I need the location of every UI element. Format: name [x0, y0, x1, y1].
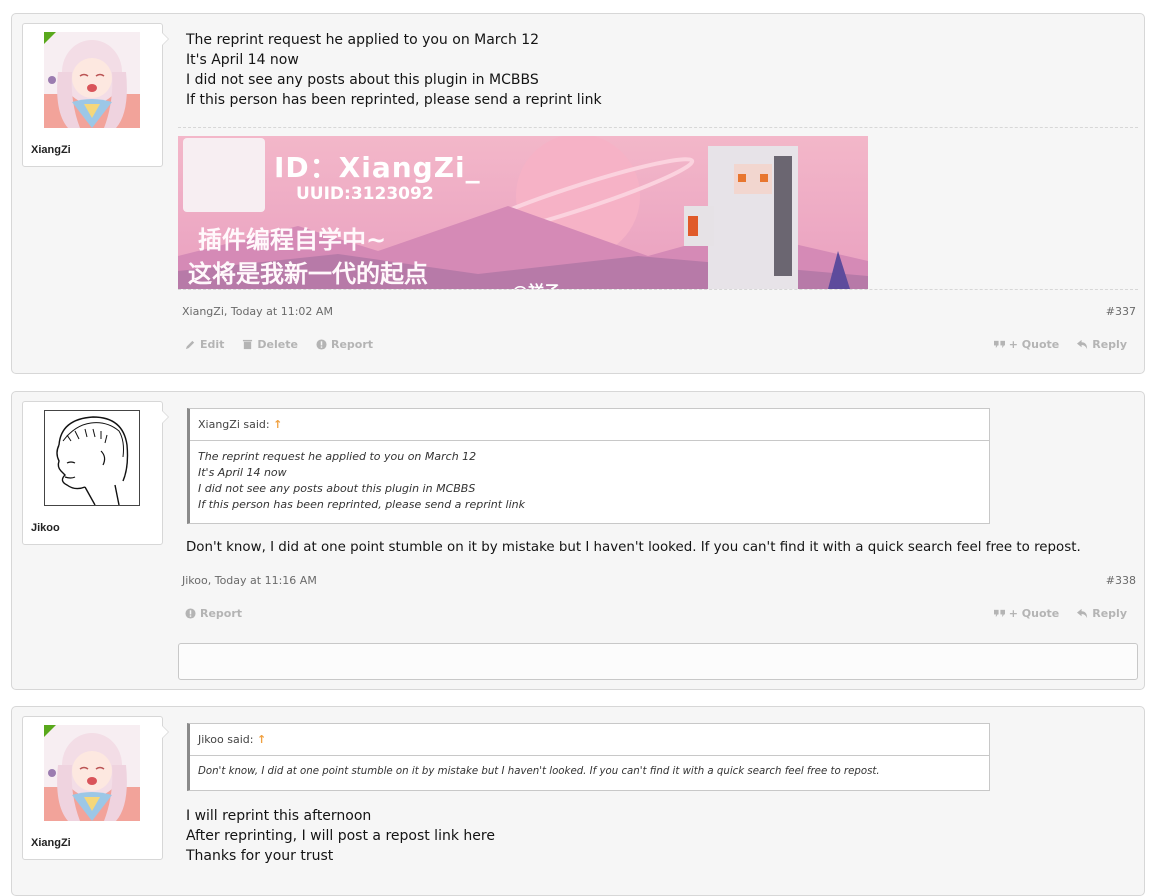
message-line: If this person has been reprinted, pleas…	[186, 92, 602, 108]
quote-author[interactable]: XiangZi said:	[198, 418, 270, 431]
quote-line: The reprint request he applied to you on…	[198, 450, 477, 463]
username[interactable]: XiangZi	[31, 837, 71, 849]
quote-header: Jikoo said: ↑	[190, 724, 989, 756]
message-line: I did not see any posts about this plugi…	[186, 72, 539, 88]
signature-handle: @祥子	[512, 278, 560, 289]
message-line: The reprint request he applied to you on…	[186, 32, 540, 48]
signature-cn-line2: 这将是我新一代的起点	[188, 260, 428, 288]
quote-header: XiangZi said: ↑	[190, 409, 989, 441]
quote-block: XiangZi said: ↑ The reprint request he a…	[187, 408, 990, 524]
quote-author[interactable]: Jikoo said:	[198, 733, 253, 746]
trash-icon	[243, 339, 253, 350]
arrow-up-icon[interactable]: ↑	[273, 418, 282, 431]
signature-id-text: ID：XiangZi_	[274, 151, 481, 184]
edit-button[interactable]: Edit	[185, 338, 224, 351]
report-button[interactable]: Report	[316, 338, 373, 351]
online-badge-icon	[44, 725, 56, 737]
signature-cn-line1: 插件编程自学中~	[198, 226, 387, 254]
quote-line: If this person has been reprinted, pleas…	[198, 498, 526, 511]
message-line: I will reprint this afternoon	[186, 808, 372, 824]
user-info-block: XiangZi	[22, 716, 169, 860]
message-line: After reprinting, I will post a repost l…	[186, 828, 495, 844]
message-line: Thanks for your trust	[186, 848, 334, 864]
arrow-up-icon[interactable]: ↑	[257, 733, 266, 746]
message-body: The reprint request he applied to you on…	[186, 30, 602, 110]
signature-divider	[178, 127, 1138, 128]
reply-input[interactable]	[178, 643, 1138, 680]
message-body: I will reprint this afternoon After repr…	[186, 806, 495, 866]
quote-button[interactable]: + Quote	[993, 607, 1059, 620]
online-badge-icon	[44, 32, 56, 44]
post-actions-right: + Quote Reply	[993, 338, 1127, 351]
post-actions-left: Report	[185, 607, 242, 620]
quote-button[interactable]: + Quote	[993, 338, 1059, 351]
username[interactable]: XiangZi	[31, 144, 71, 156]
quote-icon	[993, 340, 1005, 349]
post-339: XiangZi Jikoo said: ↑ Don't know, I did …	[11, 706, 1145, 896]
user-info-block: XiangZi	[22, 23, 169, 167]
post-actions-left: Edit Delete Report	[185, 338, 373, 351]
reply-button[interactable]: Reply	[1077, 607, 1127, 620]
report-button[interactable]: Report	[185, 607, 242, 620]
warning-icon	[185, 608, 196, 619]
signature-uuid-text: UUID:3123092	[296, 184, 434, 204]
user-info-block: Jikoo	[22, 401, 169, 545]
username[interactable]: Jikoo	[31, 522, 60, 534]
avatar[interactable]	[44, 32, 140, 128]
post-actions-right: + Quote Reply	[993, 607, 1127, 620]
avatar[interactable]	[44, 725, 140, 821]
quote-body: Don't know, I did at one point stumble o…	[190, 756, 989, 788]
reply-icon	[1077, 339, 1088, 350]
quote-line: I did not see any posts about this plugi…	[198, 482, 476, 495]
reply-button[interactable]: Reply	[1077, 338, 1127, 351]
message-line: It's April 14 now	[186, 52, 299, 68]
pencil-icon	[185, 340, 195, 350]
quote-block: Jikoo said: ↑ Don't know, I did at one p…	[187, 723, 990, 791]
quote-body: The reprint request he applied to you on…	[190, 441, 989, 521]
quote-icon	[993, 609, 1005, 618]
message-line: Don't know, I did at one point stumble o…	[186, 540, 1081, 555]
post-337: XiangZi The reprint request he applied t…	[11, 13, 1145, 374]
quote-line: Don't know, I did at one point stumble o…	[198, 766, 880, 777]
reply-icon	[1077, 608, 1088, 619]
signature-banner: ID：XiangZi_ UUID:3123092 插件编程自学中~ 这将是我新一…	[178, 136, 868, 289]
warning-icon	[316, 339, 327, 350]
message-body: Don't know, I did at one point stumble o…	[186, 538, 1081, 558]
quote-line: It's April 14 now	[198, 466, 287, 479]
post-meta[interactable]: Jikoo, Today at 11:16 AM	[182, 574, 317, 587]
delete-button[interactable]: Delete	[242, 338, 298, 351]
post-meta[interactable]: XiangZi, Today at 11:02 AM	[182, 305, 333, 318]
signature-divider-bottom	[178, 289, 1138, 290]
post-number-link[interactable]: #337	[1106, 305, 1136, 318]
post-338: Jikoo XiangZi said: ↑ The reprint reques…	[11, 391, 1145, 690]
avatar[interactable]	[44, 410, 140, 506]
post-number-link[interactable]: #338	[1106, 574, 1136, 587]
